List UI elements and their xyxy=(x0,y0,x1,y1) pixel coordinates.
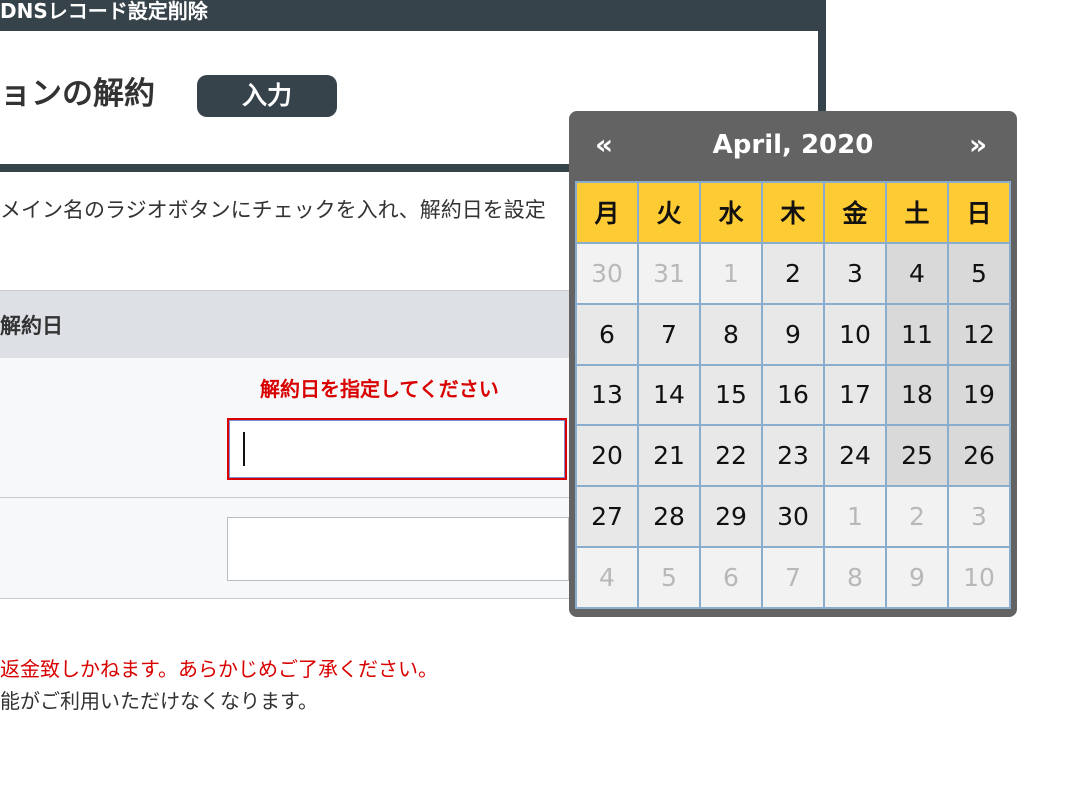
calendar-day[interactable]: 26 xyxy=(949,426,1009,486)
next-month-button[interactable]: » xyxy=(969,127,987,163)
error-message: 解約日を指定してください xyxy=(260,377,499,401)
calendar-day[interactable]: 9 xyxy=(887,548,947,607)
page-title: ョンの解約 xyxy=(0,76,155,112)
calendar-day[interactable]: 28 xyxy=(639,487,699,547)
calendar-day[interactable]: 16 xyxy=(763,365,823,425)
calendar-day[interactable]: 4 xyxy=(887,243,947,303)
calendar-day[interactable]: 8 xyxy=(825,548,885,607)
weekday-header: 土 xyxy=(887,183,947,242)
calendar-day[interactable]: 4 xyxy=(577,548,637,607)
calendar-day[interactable]: 5 xyxy=(949,243,1009,303)
calendar-day[interactable]: 30 xyxy=(763,487,823,547)
calendar-day[interactable]: 9 xyxy=(763,304,823,364)
calendar-day[interactable]: 1 xyxy=(825,487,885,547)
calendar-day[interactable]: 23 xyxy=(763,426,823,486)
calendar-day[interactable]: 15 xyxy=(701,365,761,425)
calendar-day[interactable]: 10 xyxy=(949,548,1009,607)
calendar-day[interactable]: 10 xyxy=(825,304,885,364)
calendar-grid: 月火水木金土日 30 31 1 2 3 4 5 6 7 8 9 10 11 12 13 14 15 16 17 18 19… xyxy=(575,181,1011,609)
table-header: 解約日 xyxy=(0,290,575,359)
calendar-day[interactable]: 20 xyxy=(577,426,637,486)
weekday-header: 木 xyxy=(763,183,823,242)
calendar-day[interactable]: 11 xyxy=(887,304,947,364)
secondary-input[interactable] xyxy=(227,517,569,581)
cancellation-date-input[interactable] xyxy=(227,418,567,480)
feature-notice: 能がご利用いただけなくなります。 xyxy=(0,689,318,713)
weekday-header: 水 xyxy=(701,183,761,242)
calendar-day[interactable]: 13 xyxy=(577,365,637,425)
weekday-header: 金 xyxy=(825,183,885,242)
calendar-day[interactable]: 5 xyxy=(639,548,699,607)
calendar-day[interactable]: 2 xyxy=(763,243,823,303)
weekday-header: 火 xyxy=(639,183,699,242)
calendar-day[interactable]: 14 xyxy=(639,365,699,425)
calendar-day[interactable]: 1 xyxy=(701,243,761,303)
calendar-day[interactable]: 7 xyxy=(763,548,823,607)
calendar-day[interactable]: 24 xyxy=(825,426,885,486)
calendar-day[interactable]: 22 xyxy=(701,426,761,486)
calendar-day[interactable]: 3 xyxy=(949,487,1009,547)
refund-notice: 返金致しかねます。あらかじめご了承ください。 xyxy=(0,657,438,681)
step-badge: 入力 xyxy=(197,75,337,117)
calendar-day[interactable]: 6 xyxy=(701,548,761,607)
calendar-month-title: April, 2020 xyxy=(712,130,874,160)
calendar-day[interactable]: 19 xyxy=(949,365,1009,425)
calendar-day[interactable]: 6 xyxy=(577,304,637,364)
calendar-day[interactable]: 18 xyxy=(887,365,947,425)
calendar-day[interactable]: 12 xyxy=(949,304,1009,364)
weekday-header: 月 xyxy=(577,183,637,242)
calendar-day[interactable]: 30 xyxy=(577,243,637,303)
date-picker-calendar: « April, 2020 » 月火水木金土日 30 31 1 2 3 4 5 6 7 8 9 10 11… xyxy=(569,111,1017,617)
calendar-day[interactable]: 25 xyxy=(887,426,947,486)
text-caret xyxy=(243,432,245,466)
calendar-day[interactable]: 31 xyxy=(639,243,699,303)
calendar-day[interactable]: 8 xyxy=(701,304,761,364)
instruction-text: メイン名のラジオボタンにチェックを入れ、解約日を設定 xyxy=(0,198,546,222)
calendar-day[interactable]: 21 xyxy=(639,426,699,486)
calendar-day[interactable]: 3 xyxy=(825,243,885,303)
calendar-day[interactable]: 27 xyxy=(577,487,637,547)
weekday-header: 日 xyxy=(949,183,1009,242)
calendar-day[interactable]: 17 xyxy=(825,365,885,425)
header-title: DNSレコード設定削除 xyxy=(0,0,208,23)
calendar-day[interactable]: 7 xyxy=(639,304,699,364)
calendar-day[interactable]: 29 xyxy=(701,487,761,547)
calendar-day[interactable]: 2 xyxy=(887,487,947,547)
table-header-label: 解約日 xyxy=(0,314,63,338)
